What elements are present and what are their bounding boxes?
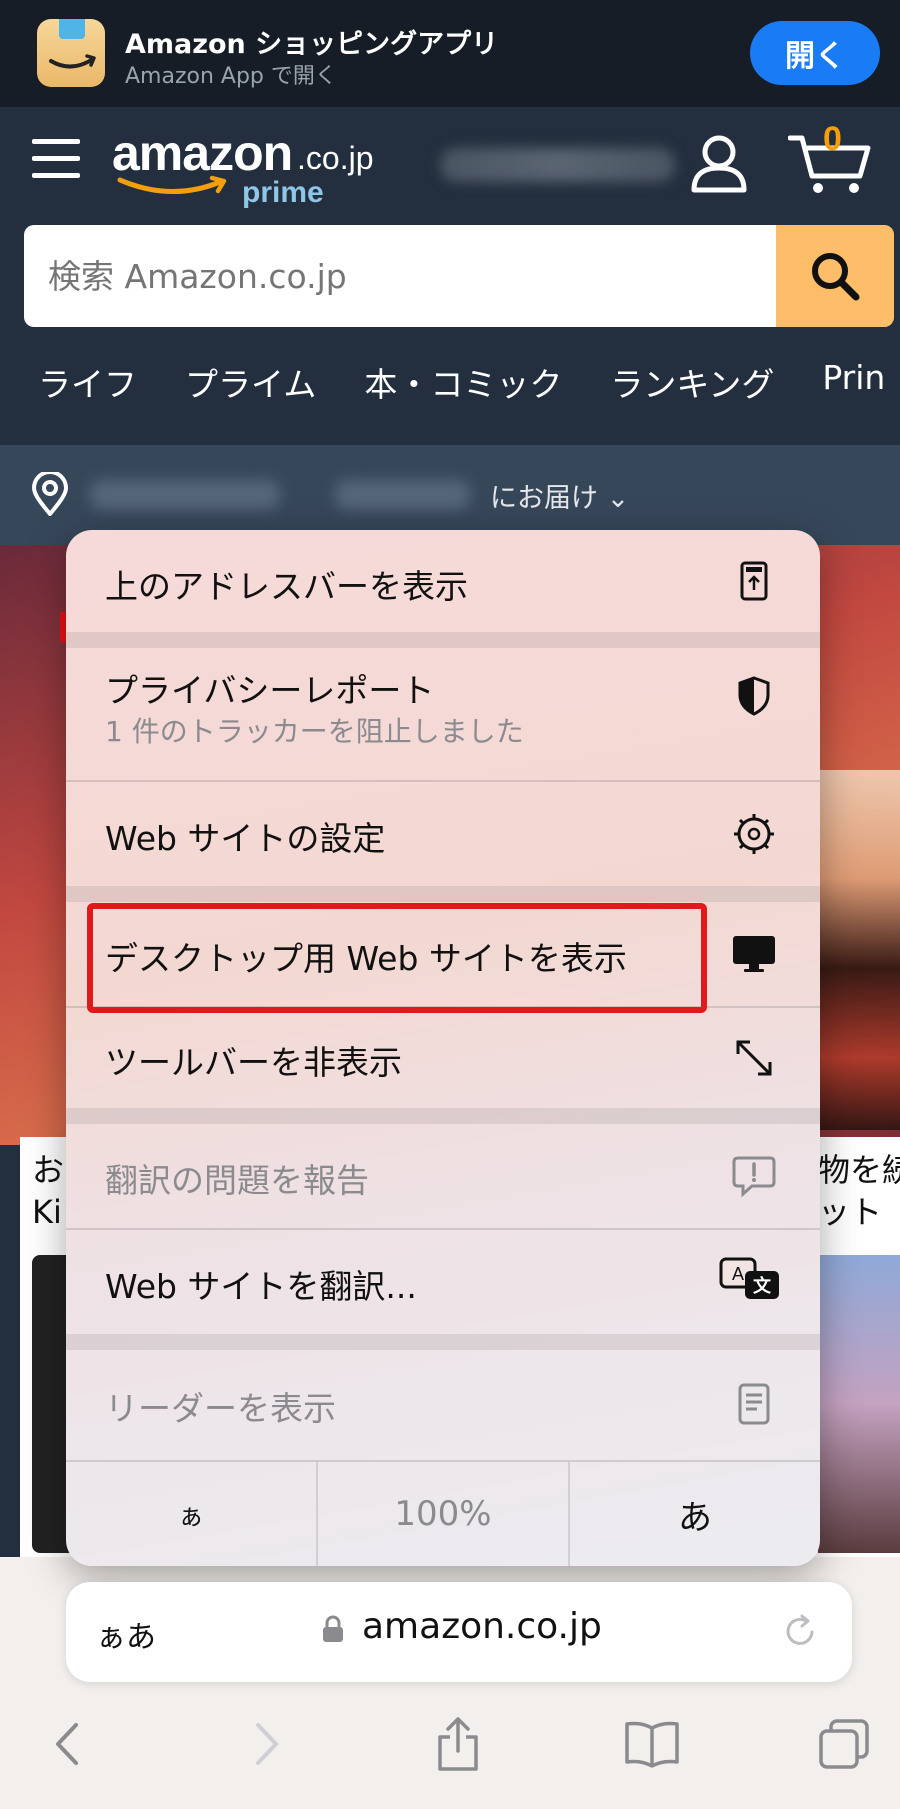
menu-item-website-settings[interactable]: Web サイトの設定 <box>66 782 820 886</box>
product-card-title: お Ki <box>32 1151 65 1231</box>
amazon-app-icon <box>37 19 105 87</box>
reader-icon <box>730 1380 778 1428</box>
menu-item-label: プライバシーレポート <box>105 671 435 710</box>
lock-icon <box>323 1615 343 1642</box>
desktop-icon <box>730 930 778 978</box>
report-bubble-icon <box>730 1152 778 1200</box>
search-bar <box>24 225 894 327</box>
shield-icon <box>730 672 778 720</box>
chevron-left-icon <box>56 1723 78 1765</box>
menu-item-label: ツールバーを非表示 <box>105 1043 402 1082</box>
menu-item-label: 上のアドレスバーを表示 <box>105 567 468 606</box>
account-icon[interactable] <box>688 134 750 194</box>
app-banner-subtitle: Amazon App で開く <box>125 64 337 89</box>
menu-item-label: Web サイトを翻訳... <box>105 1267 417 1306</box>
nav-item-life[interactable]: ライフ <box>38 358 137 408</box>
blurred-address <box>335 480 470 510</box>
reload-icon[interactable] <box>778 1610 822 1654</box>
bookmarks-button[interactable] <box>622 1714 682 1774</box>
menu-item-hide-toolbar[interactable]: ツールバーを非表示 <box>66 1008 820 1108</box>
share-button[interactable] <box>428 1714 488 1774</box>
text-zoom-level[interactable]: 100% <box>318 1462 570 1566</box>
amazon-logo-domain: .co.jp <box>297 140 374 176</box>
tabs-icon <box>819 1719 869 1769</box>
translate-icon: A文 <box>718 1256 782 1304</box>
url-text[interactable]: amazon.co.jp <box>362 1606 602 1647</box>
menu-item-label: リーダーを表示 <box>105 1389 336 1428</box>
menu-item-sublabel: 1 件のトラッカーを阻止しました <box>105 715 524 748</box>
page-settings-button[interactable]: ぁあ <box>96 1612 156 1656</box>
blurred-address <box>90 480 280 510</box>
menu-item-label: Web サイトの設定 <box>105 819 386 858</box>
menu-item-privacy-report[interactable]: プライバシーレポート 1 件のトラッカーを阻止しました <box>66 648 820 780</box>
safari-page-menu: 上のアドレスバーを表示 プライバシーレポート 1 件のトラッカーを阻止しました … <box>66 530 820 1566</box>
text-size-row: ぁ 100% あ <box>66 1462 820 1566</box>
product-image <box>818 1255 900 1553</box>
book-icon <box>625 1721 679 1768</box>
search-icon <box>812 253 860 301</box>
open-app-button[interactable]: 開く <box>750 21 880 85</box>
search-button[interactable] <box>776 225 894 327</box>
product-card-title: 物を続 ット <box>818 1151 900 1231</box>
menu-item-show-reader[interactable]: リーダーを表示 <box>66 1350 820 1460</box>
safari-toolbar <box>0 1700 900 1809</box>
app-banner: Amazon ショッピングアプリ Amazon App で開く 開く <box>0 0 900 107</box>
menu-group-separator <box>66 1334 820 1350</box>
increase-text-size-button[interactable]: あ <box>570 1462 820 1566</box>
nav-item-books[interactable]: 本・コミック <box>364 358 562 408</box>
resize-arrows-icon <box>730 1034 778 1082</box>
menu-group-separator <box>66 632 820 648</box>
chevron-right-icon <box>256 1723 278 1765</box>
tabs-button[interactable] <box>814 1714 874 1774</box>
address-bar-top-icon <box>730 557 778 605</box>
back-button[interactable] <box>38 1714 98 1774</box>
blurred-account-name <box>440 148 675 182</box>
location-pin-icon <box>31 472 69 516</box>
safari-address-bar[interactable]: ぁあ amazon.co.jp <box>66 1582 852 1682</box>
search-input[interactable] <box>24 225 776 327</box>
cart-count-badge: 0 <box>823 120 842 158</box>
forward-button[interactable] <box>236 1714 296 1774</box>
nav-item-prime[interactable]: プライム <box>185 358 316 408</box>
hero-character-image <box>815 770 900 1130</box>
menu-item-show-top-address-bar[interactable]: 上のアドレスバーを表示 <box>66 530 820 632</box>
amazon-smile-icon <box>117 175 227 195</box>
decrease-text-size-button[interactable]: ぁ <box>66 1462 318 1566</box>
highlight-box <box>87 903 707 1013</box>
app-banner-title: Amazon ショッピングアプリ <box>125 29 499 60</box>
nav-item-prime-video[interactable]: Prin <box>822 358 885 408</box>
menu-item-translate-website[interactable]: Web サイトを翻訳... A文 <box>66 1230 820 1334</box>
menu-group-separator <box>66 1108 820 1124</box>
menu-item-label: 翻訳の問題を報告 <box>105 1161 369 1200</box>
category-nav: ライフ プライム 本・コミック ランキング Prin <box>38 358 900 408</box>
menu-item-report-translation-issue[interactable]: 翻訳の問題を報告 <box>66 1124 820 1228</box>
svg-text:文: 文 <box>753 1275 772 1296</box>
nav-item-ranking[interactable]: ランキング <box>610 358 774 408</box>
menu-group-separator <box>66 886 820 902</box>
share-icon <box>438 1717 478 1771</box>
deliver-to-label: にお届け ⌄ <box>490 483 630 514</box>
prime-logo: prime <box>242 176 324 209</box>
gear-icon <box>730 810 778 858</box>
hamburger-menu-icon[interactable] <box>32 139 80 181</box>
svg-text:A: A <box>732 1264 744 1284</box>
